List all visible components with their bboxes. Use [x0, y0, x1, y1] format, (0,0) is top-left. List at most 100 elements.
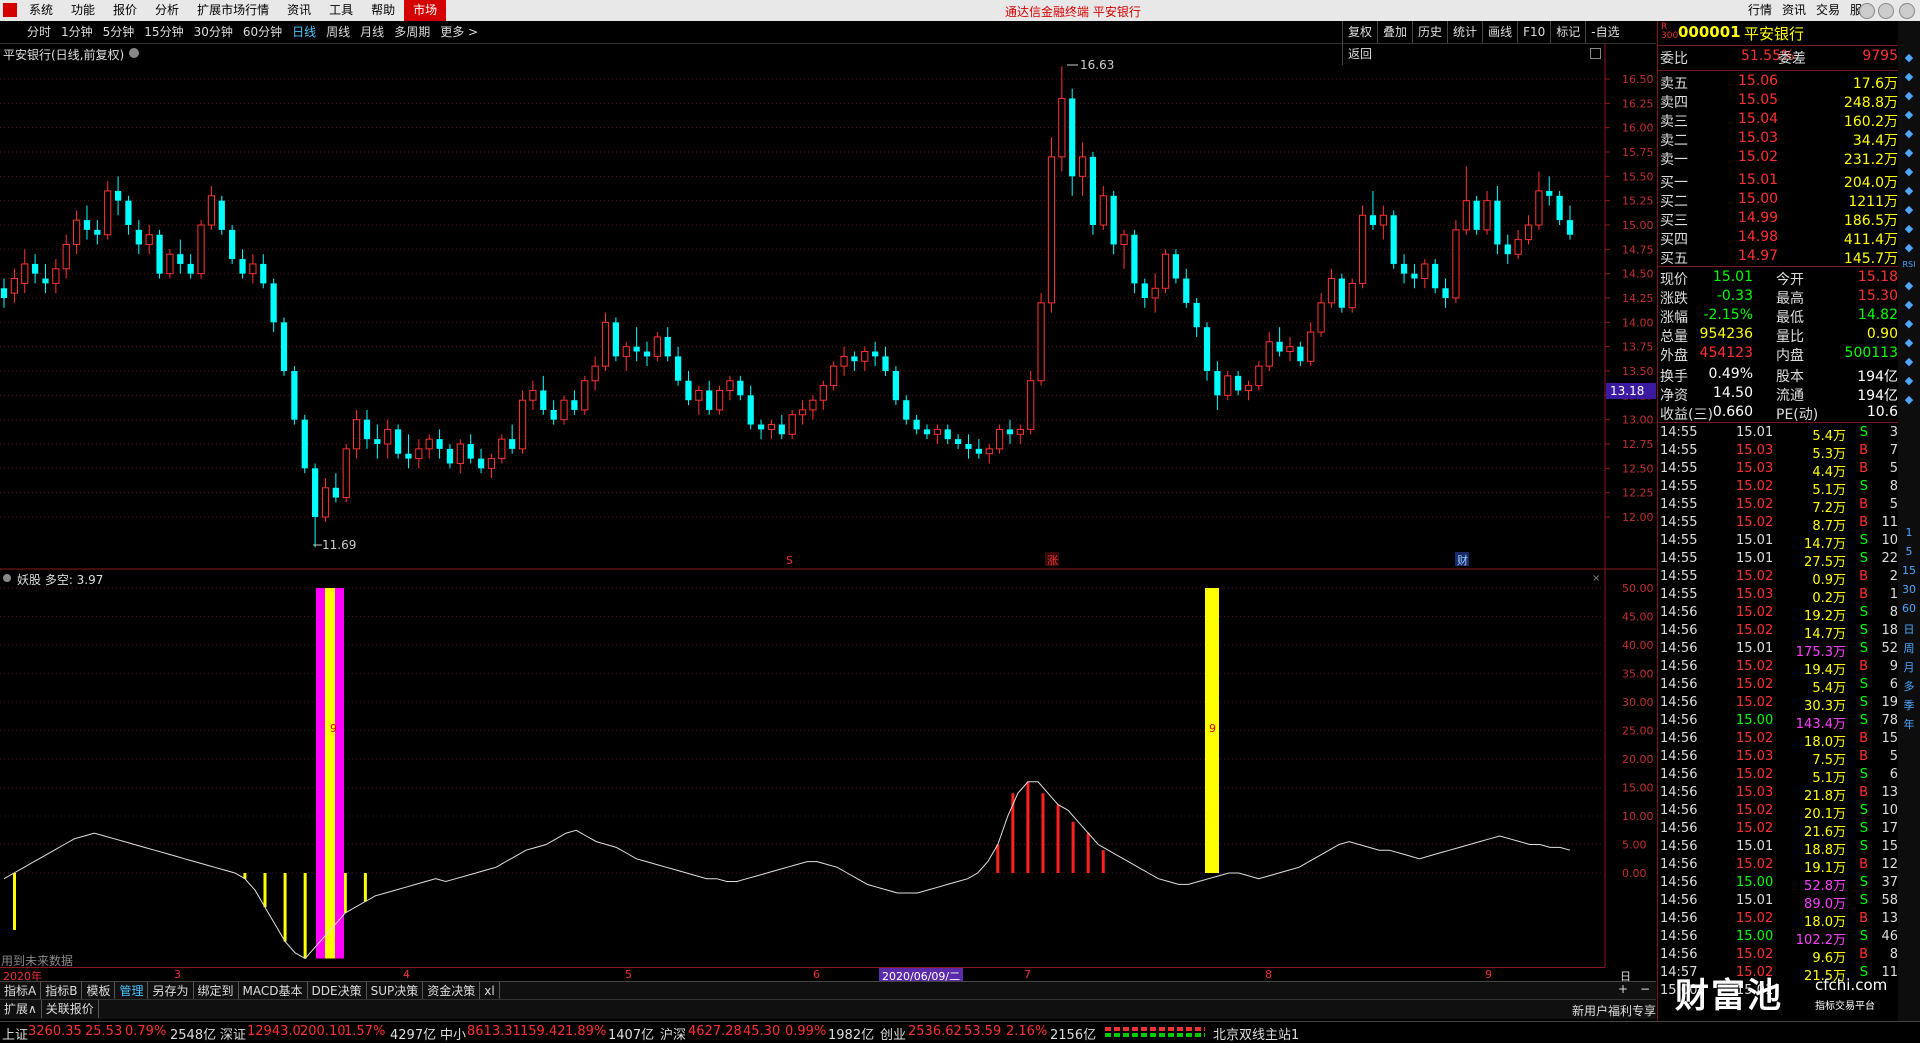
candle-body-down[interactable]: [643, 351, 651, 357]
candle-body-up[interactable]: [715, 389, 724, 411]
tick-row[interactable]: 14:55 15.02 7.2万 B 5: [1658, 497, 1898, 516]
candle-body-down[interactable]: [612, 322, 619, 357]
candle-body-down[interactable]: [270, 283, 277, 323]
tick-row[interactable]: 14:56 15.03 21.8万 B 13: [1658, 785, 1898, 804]
tab-sup[interactable]: SUP决策: [367, 982, 424, 1000]
marker-finance[interactable]: 财: [1457, 553, 1468, 567]
candle-body-up[interactable]: [10, 278, 18, 294]
candle-body-down[interactable]: [1556, 195, 1563, 221]
candle-body-up[interactable]: [487, 458, 496, 469]
candle-body-down[interactable]: [975, 448, 982, 454]
candle-body-down[interactable]: [509, 439, 516, 449]
fit-icon[interactable]: ◆: [1902, 393, 1916, 407]
ask-row[interactable]: 卖一 15.02 231.2万: [1658, 149, 1898, 168]
candle-body-down[interactable]: [747, 395, 754, 425]
scroll-icon[interactable]: ◆: [1902, 336, 1916, 350]
sidebar-period-link[interactable]: 季: [1902, 697, 1916, 712]
candle-body-down[interactable]: [1473, 200, 1480, 230]
tick-list[interactable]: 14:55 15.01 5.4万 S 3 14:55 15.03 5.3万 B 7 14:55 15.…: [1658, 422, 1898, 1003]
candle-body-down[interactable]: [1276, 341, 1283, 352]
candle-body-up[interactable]: [456, 443, 464, 464]
minimize-icon[interactable]: [1859, 3, 1875, 19]
marker-rise[interactable]: 涨: [1047, 554, 1058, 567]
candle-body-up[interactable]: [985, 448, 993, 455]
candle-body-down[interactable]: [125, 200, 132, 225]
candle-body-up[interactable]: [104, 190, 112, 236]
candle-body-down[interactable]: [1006, 429, 1014, 435]
line-icon[interactable]: ◆: [1902, 89, 1916, 103]
candle-body-up[interactable]: [1027, 380, 1035, 430]
tab-dde[interactable]: DDE决策: [308, 982, 367, 1000]
tick-row[interactable]: 14:55 15.03 4.4万 B 5: [1658, 461, 1898, 480]
candle-body-up[interactable]: [1483, 200, 1491, 231]
candle-body-down[interactable]: [312, 468, 319, 517]
candle-body-down[interactable]: [94, 229, 101, 235]
tab-save-as[interactable]: 另存为: [148, 982, 194, 1000]
candle-body-up[interactable]: [415, 448, 423, 460]
sidebar-period-link[interactable]: 30: [1902, 583, 1916, 597]
candle-body-down[interactable]: [467, 444, 474, 459]
candle-body-up[interactable]: [560, 399, 568, 421]
candle-body-down[interactable]: [1203, 327, 1211, 371]
candle-body-down[interactable]: [446, 448, 454, 464]
candle-body-down[interactable]: [892, 371, 900, 401]
candle-body-up[interactable]: [1462, 200, 1470, 231]
ask-row[interactable]: 卖二 15.03 34.4万: [1658, 130, 1898, 149]
candle-body-down[interactable]: [1390, 215, 1397, 264]
tick-row[interactable]: 14:56 15.02 20.1万 S 10: [1658, 803, 1898, 822]
candle-body-down[interactable]: [851, 356, 858, 362]
candle-body-up[interactable]: [788, 414, 796, 435]
candle-body-up[interactable]: [321, 487, 330, 518]
candle-body-up[interactable]: [1348, 282, 1356, 309]
candle-body-up[interactable]: [819, 385, 827, 401]
tick-row[interactable]: 14:56 15.02 21.6万 S 17: [1658, 821, 1898, 840]
candle-body-up[interactable]: [798, 409, 807, 416]
restore-rights-button[interactable]: 复权: [1342, 21, 1377, 43]
bid-row[interactable]: 买四 14.98 411.4万: [1658, 229, 1898, 248]
candle-body-up[interactable]: [1078, 156, 1087, 177]
period-tab[interactable]: 5分钟: [98, 21, 140, 43]
index-zx-label[interactable]: 中小: [440, 1024, 466, 1043]
candle-body-up[interactable]: [1452, 229, 1460, 299]
tick-row[interactable]: 14:55 15.02 8.7万 B 11: [1658, 515, 1898, 534]
candle-body-down[interactable]: [571, 400, 578, 410]
candle-body-up[interactable]: [830, 365, 838, 387]
text-icon[interactable]: ◆: [1902, 165, 1916, 179]
ask-row[interactable]: 卖四 15.05 248.8万: [1658, 92, 1898, 111]
candle-body-up[interactable]: [591, 365, 599, 382]
down-icon[interactable]: ◆: [1902, 374, 1916, 388]
rsi-icon[interactable]: RSI: [1902, 260, 1916, 274]
candle-body-down[interactable]: [42, 278, 49, 284]
candle-body-up[interactable]: [933, 428, 941, 435]
candle-body-up[interactable]: [384, 428, 392, 445]
candle-body-up[interactable]: [995, 428, 1004, 450]
candle-body-up[interactable]: [1058, 97, 1066, 158]
candle-body-down[interactable]: [674, 356, 682, 381]
zoom-icon[interactable]: ◆: [1902, 298, 1916, 312]
candle-body-down[interactable]: [778, 424, 785, 435]
candle-body-up[interactable]: [21, 263, 29, 284]
draw-line-button[interactable]: 画线: [1482, 21, 1517, 43]
mark-button[interactable]: 标记: [1550, 21, 1585, 43]
candle-body-down[interactable]: [32, 263, 39, 274]
tick-row[interactable]: 14:56 15.02 19.2万 S 8: [1658, 605, 1898, 624]
candle-body-up[interactable]: [529, 389, 537, 401]
candle-body-up[interactable]: [695, 389, 703, 401]
candle-body-down[interactable]: [436, 439, 443, 449]
candle-body-down[interactable]: [477, 458, 485, 469]
tick-row[interactable]: 14:55 15.02 0.9万 B 2: [1658, 569, 1898, 588]
tick-row[interactable]: 14:56 15.00 143.4万 S 78: [1658, 713, 1898, 732]
candle-body-down[interactable]: [83, 220, 91, 230]
marker-s[interactable]: S: [786, 554, 793, 567]
candle-body-up[interactable]: [425, 438, 433, 450]
overlay-button[interactable]: 叠加: [1377, 21, 1412, 43]
candle-body-up[interactable]: [62, 243, 70, 270]
candle-body-up[interactable]: [498, 438, 506, 460]
candle-body-down[interactable]: [332, 487, 339, 498]
period-tab[interactable]: 分时: [22, 21, 56, 43]
chart-icon[interactable]: ◆: [1902, 222, 1916, 236]
period-tab-active[interactable]: 日线: [287, 21, 321, 43]
candle-body-up[interactable]: [840, 355, 848, 367]
candle-body-down[interactable]: [1400, 263, 1408, 274]
candle-body-up[interactable]: [1016, 428, 1024, 435]
